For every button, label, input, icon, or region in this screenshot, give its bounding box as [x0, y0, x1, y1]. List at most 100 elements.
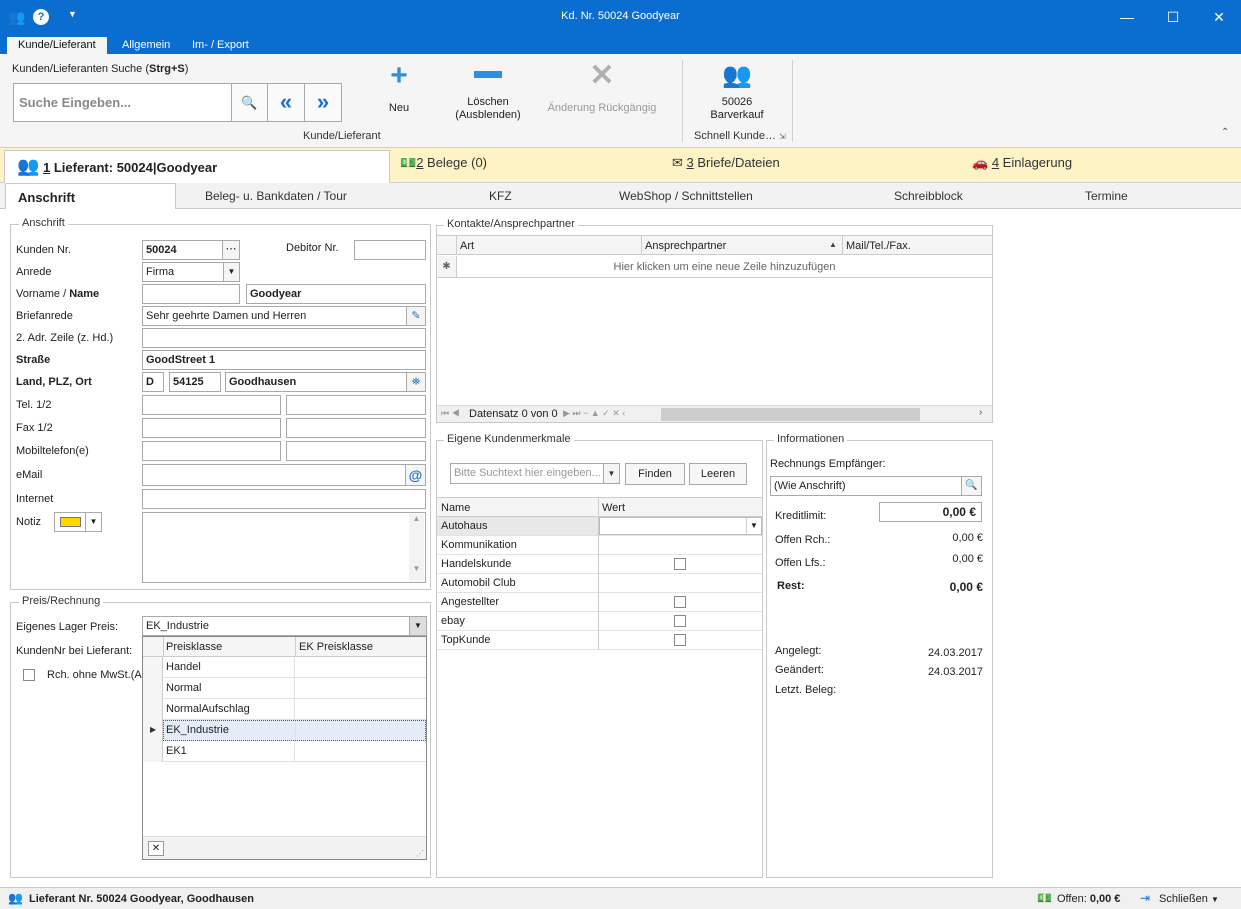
dropdown-row[interactable]: EK1	[163, 741, 426, 762]
merkmal-row[interactable]: Angestellter	[437, 593, 762, 612]
delete-button[interactable]: Löschen (Ausblenden)	[450, 60, 526, 130]
rest-label: Rest:	[777, 580, 805, 592]
ribbon-tab-export[interactable]: Im- / Export	[181, 37, 260, 54]
undo-button[interactable]: ✕ Änderung Rückgängig	[546, 60, 658, 124]
tab-belege[interactable]: 💵2 Belege (0)	[400, 155, 487, 171]
merkmale-search-input[interactable]: Bitte Suchtext hier eingeben... ▼	[450, 463, 620, 484]
col-name[interactable]: Name	[441, 502, 470, 514]
kreditlimit-field[interactable]: 0,00 €	[879, 502, 982, 522]
schliessen-button[interactable]: Schließen ▼	[1159, 893, 1219, 905]
merkmal-row[interactable]: Handelskunde	[437, 555, 762, 574]
quick-customer-button[interactable]: 👥 50026 Barverkauf	[704, 60, 770, 124]
dropdown-row-selected[interactable]: EK_Industrie	[163, 720, 426, 741]
search-input[interactable]: Suche Eingeben...	[13, 83, 232, 122]
scroll-right-icon[interactable]: ›	[979, 407, 982, 418]
col-art[interactable]: Art	[460, 240, 474, 252]
merkmal-checkbox[interactable]	[674, 596, 686, 608]
leeren-button[interactable]: Leeren	[689, 463, 747, 485]
rch-label: Rch. ohne MwSt.(Au	[47, 669, 142, 681]
fax1-field[interactable]	[142, 418, 281, 438]
email-field[interactable]	[142, 464, 406, 486]
tel1-field[interactable]	[142, 395, 281, 415]
next-icon[interactable]: »	[304, 83, 342, 122]
merkmal-row[interactable]: Kommunikation	[437, 536, 762, 555]
ort-field[interactable]: Goodhausen	[225, 372, 407, 392]
land-field[interactable]: D	[142, 372, 164, 392]
dropdown-row[interactable]: Handel	[163, 657, 426, 678]
finden-button[interactable]: Finden	[625, 463, 685, 485]
mobil1-field[interactable]	[142, 441, 281, 461]
dialog-launcher-icon[interactable]: ⇲	[779, 132, 786, 141]
merkmal-row[interactable]: Autohaus ▼	[437, 517, 762, 536]
briefanrede-field[interactable]: Sehr geehrte Damen und Herren	[142, 306, 407, 326]
tab-kfz[interactable]: KFZ	[489, 189, 512, 203]
tab-beleg-bank[interactable]: Beleg- u. Bankdaten / Tour	[205, 189, 347, 203]
ellipsis-button[interactable]: ⋯	[222, 240, 240, 260]
adr2-field[interactable]	[142, 328, 426, 348]
autohaus-select[interactable]: ▼	[599, 517, 762, 535]
tab-termine[interactable]: Termine	[1085, 189, 1128, 203]
maximize-button[interactable]: ☐	[1150, 0, 1196, 34]
collapse-ribbon-icon[interactable]: ⌃	[1221, 127, 1229, 138]
col-wert[interactable]: Wert	[602, 502, 625, 514]
previous-icon[interactable]: «	[267, 83, 305, 122]
vorname-field[interactable]	[142, 284, 240, 304]
rch-checkbox[interactable]	[23, 669, 35, 681]
tab-einlagerung[interactable]: 🚗 4 Einlagerung	[972, 155, 1072, 171]
ribbon-tab-allgemein[interactable]: Allgemein	[111, 37, 181, 54]
tel2-field[interactable]	[286, 395, 426, 415]
strasse-field[interactable]: GoodStreet 1	[142, 350, 426, 370]
plz-field[interactable]: 54125	[169, 372, 221, 392]
lager-preis-select[interactable]: EK_Industrie ▼	[142, 616, 427, 636]
dropdown-row[interactable]: NormalAufschlag	[163, 699, 426, 720]
tab-briefe[interactable]: ✉ 3 Briefe/Dateien	[672, 155, 780, 171]
dropdown-row[interactable]: Normal	[163, 678, 426, 699]
col-mail[interactable]: Mail/Tel./Fax.	[846, 240, 911, 252]
tab-schreibblock[interactable]: Schreibblock	[894, 189, 963, 203]
internet-field[interactable]	[142, 489, 426, 509]
tab-webshop[interactable]: WebShop / Schnittstellen	[619, 189, 753, 203]
edit-icon[interactable]: ✎	[406, 306, 426, 326]
minimize-button[interactable]: —	[1104, 0, 1150, 34]
search-label: Kunden/Lieferanten Suche (Strg+S)	[12, 63, 189, 75]
mobil2-field[interactable]	[286, 441, 426, 461]
nav-first-prev-icons[interactable]: ⏮ ◀	[441, 408, 460, 419]
notiz-textarea[interactable]: ▲ ▼	[142, 512, 426, 583]
scrollbar[interactable]: ▲ ▼	[409, 514, 424, 581]
tab-anschrift[interactable]: Anschrift	[5, 183, 176, 209]
merkmal-checkbox[interactable]	[674, 558, 686, 570]
close-icon[interactable]: ✕	[148, 841, 164, 856]
name-field[interactable]: Goodyear	[246, 284, 426, 304]
scrollbar-thumb[interactable]	[661, 408, 920, 421]
notiz-color-picker[interactable]: ▼	[54, 512, 102, 532]
search-icon[interactable]: 🔍	[231, 83, 268, 122]
merkmal-row[interactable]: ebay	[437, 612, 762, 631]
close-button[interactable]: ✕	[1196, 0, 1241, 34]
map-icon[interactable]: ⛯	[406, 372, 426, 392]
offen-rch-value: 0,00 €	[952, 532, 983, 544]
ribbon-tab-kunde[interactable]: Kunde/Lieferant	[7, 37, 107, 54]
fax2-field[interactable]	[286, 418, 426, 438]
merkmal-row[interactable]: Automobil Club	[437, 574, 762, 593]
new-button[interactable]: + Neu	[382, 60, 416, 124]
merkmal-checkbox[interactable]	[674, 615, 686, 627]
money-icon: 💵	[400, 155, 417, 170]
merkmal-row[interactable]: TopKunde	[437, 631, 762, 650]
chevron-down-icon: ▼	[603, 464, 619, 483]
debitor-field[interactable]	[354, 240, 426, 260]
anrede-select[interactable]: Firma ▼	[142, 262, 240, 282]
money-icon: 💵	[1037, 891, 1052, 905]
nav-next-last-icons[interactable]: ▶ ⏭ − ▲ ✓ ✕ ‹	[563, 408, 625, 419]
land-plz-ort-label: Land, PLZ, Ort	[16, 376, 92, 388]
resize-grip-icon[interactable]: ⋰	[416, 849, 424, 858]
at-icon[interactable]: @	[405, 464, 426, 486]
tab-lieferant[interactable]: 👥 1 Lieferant: 50024|Goodyear	[4, 150, 390, 184]
merkmal-checkbox[interactable]	[674, 634, 686, 646]
empfaenger-field[interactable]: (Wie Anschrift)	[770, 476, 962, 496]
kundennr-lieferant-label: KundenNr bei Lieferant:	[16, 645, 133, 657]
col-ansprechpartner[interactable]: Ansprechpartner	[645, 240, 726, 252]
search-icon[interactable]: 🔍	[961, 476, 982, 496]
merkmal-name: TopKunde	[441, 634, 491, 646]
new-row[interactable]: ✱ Hier klicken um eine neue Zeile hinzuz…	[437, 256, 992, 278]
kunden-nr-field[interactable]: 50024	[142, 240, 223, 260]
